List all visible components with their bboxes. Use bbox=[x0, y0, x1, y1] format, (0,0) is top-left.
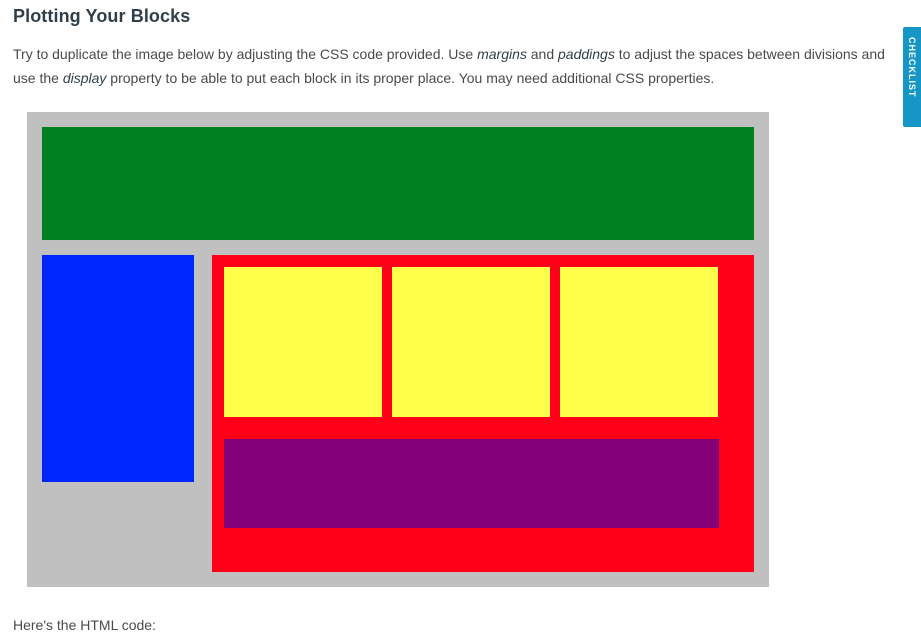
html-code-heading: Here's the HTML code: bbox=[13, 617, 156, 633]
intro-text-1: Try to duplicate the image below by adju… bbox=[13, 46, 478, 62]
page-title: Plotting Your Blocks bbox=[13, 6, 191, 26]
yellow-block-1 bbox=[224, 267, 382, 417]
main-block bbox=[212, 255, 754, 572]
checklist-tab-label: CHECKLIST bbox=[907, 37, 917, 98]
intro-paragraph: Try to duplicate the image below by adju… bbox=[13, 42, 903, 90]
yellow-block-2 bbox=[392, 267, 550, 417]
intro-em-margins: margins bbox=[477, 46, 527, 62]
intro-em-paddings: paddings bbox=[558, 46, 615, 62]
intro-em-display: display bbox=[62, 70, 107, 86]
intro-text-4: property to be able to put each block in… bbox=[106, 70, 715, 86]
checklist-tab[interactable]: CHECKLIST bbox=[903, 27, 921, 127]
header-block bbox=[42, 127, 754, 240]
yellow-block-3 bbox=[560, 267, 718, 417]
intro-text-2: and bbox=[526, 46, 559, 62]
blocks-diagram bbox=[27, 112, 769, 587]
purple-block bbox=[224, 439, 719, 528]
sidebar-block bbox=[42, 255, 194, 482]
